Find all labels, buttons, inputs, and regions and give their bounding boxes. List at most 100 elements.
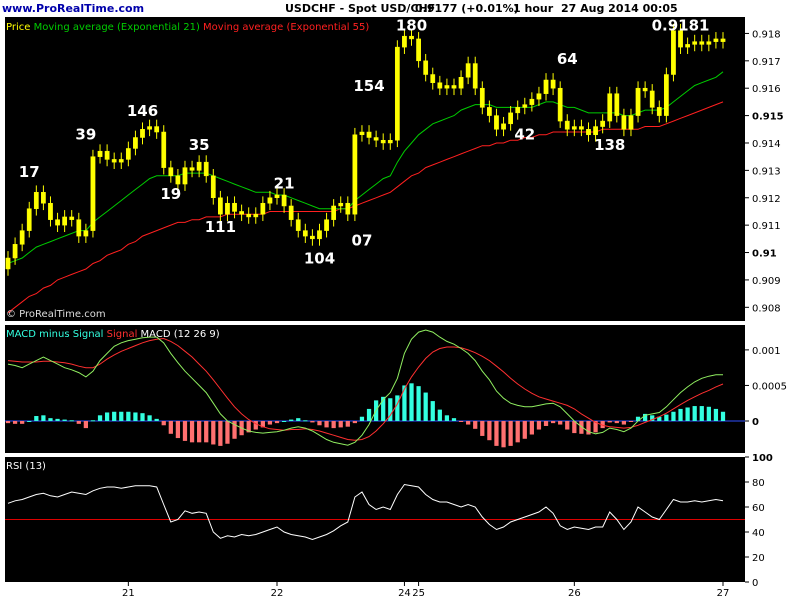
candle-body: [508, 112, 513, 125]
macd-histogram-bar: [140, 413, 145, 421]
macd-histogram-bar: [409, 383, 414, 421]
macd-histogram-bar: [76, 421, 81, 424]
time-tick-label: 21: [122, 588, 135, 599]
price-annotation: 104: [304, 249, 335, 267]
macd-histogram-bar: [211, 421, 216, 445]
candle-body: [713, 38, 719, 42]
candle-body: [189, 167, 195, 171]
macd-histogram-bar: [487, 421, 492, 441]
candle-body: [628, 115, 634, 130]
candle-body: [12, 244, 18, 259]
candle-body: [409, 35, 414, 40]
candle-body: [48, 202, 53, 220]
price-tick-label: 0.916: [752, 84, 781, 95]
macd-histogram-bar: [119, 411, 124, 421]
candle-body: [692, 41, 698, 45]
macd-histogram-bar: [466, 421, 471, 425]
price-tick-label: 0.908: [752, 303, 781, 314]
candle-body: [196, 161, 202, 171]
macd-histogram-bar: [473, 421, 478, 429]
candle-body: [380, 139, 386, 144]
candle-body: [90, 156, 96, 231]
candle-body: [663, 74, 669, 116]
macd-legend-item: Signal: [103, 329, 137, 340]
rsi-tick-label: 80: [752, 478, 765, 489]
candle-body: [182, 167, 188, 185]
candle: [663, 67, 669, 123]
candle-body: [472, 63, 478, 89]
time-tick-label: 22: [271, 588, 284, 599]
candle-body: [543, 79, 549, 94]
candle-body: [26, 208, 32, 231]
price-tick-label: 0.909: [752, 276, 781, 287]
macd-histogram-bar: [296, 418, 301, 421]
price-legend-item: Moving average (Exponential 55): [200, 22, 370, 33]
candle-body: [161, 131, 167, 168]
price-annotation: 17: [19, 163, 40, 181]
candle-body: [41, 192, 46, 204]
macd-background: [5, 325, 745, 453]
candle-body: [373, 137, 379, 141]
macd-histogram-bar: [147, 415, 152, 421]
candle-body: [104, 150, 110, 160]
macd-histogram-bar: [317, 421, 322, 426]
candle-body: [479, 87, 485, 108]
macd-legend-item: MACD (12 26 9): [137, 329, 219, 340]
macd-legend: MACD minus Signal Signal MACD (12 26 9): [6, 329, 220, 340]
candle-body: [302, 230, 308, 237]
macd-tick-label: 0.0005: [752, 381, 787, 392]
candle: [352, 127, 358, 222]
macd-legend-item: MACD minus Signal: [6, 329, 103, 340]
price-annotation: 0.9181: [652, 17, 710, 35]
macd-histogram-bar: [437, 409, 442, 421]
chart-area: 0.9180.9170.9160.9150.9140.9130.9120.911…: [5, 17, 800, 599]
candle-body: [288, 205, 294, 220]
candle-body: [444, 85, 450, 89]
macd-histogram-bar: [182, 421, 188, 441]
macd-histogram-bar: [685, 407, 690, 421]
candle-body: [218, 197, 223, 215]
candle-body: [168, 167, 174, 177]
price-legend-item: Price: [6, 22, 30, 33]
macd-histogram-bar: [83, 421, 88, 429]
candle-body: [550, 79, 556, 89]
macd-histogram-bar: [104, 412, 110, 421]
candle-body: [154, 126, 160, 133]
macd-histogram-bar: [423, 392, 428, 421]
macd-histogram-bar: [607, 421, 612, 423]
candle-body: [62, 216, 68, 226]
candle-body: [225, 202, 230, 215]
price-annotation: 138: [594, 136, 625, 154]
price-annotation: 111: [205, 218, 236, 236]
macd-histogram-bar: [161, 421, 166, 426]
macd-histogram-bar: [197, 421, 202, 443]
candle-body: [685, 44, 690, 48]
macd-histogram-bar: [444, 415, 450, 421]
macd-histogram-bar: [706, 406, 711, 421]
candle-body: [699, 41, 705, 45]
candle-body: [451, 85, 457, 89]
macd-tick-label: 0: [752, 417, 759, 428]
candle-body: [33, 192, 39, 209]
candle-body: [614, 93, 620, 116]
candle-body: [656, 107, 662, 116]
candle-body: [522, 104, 528, 108]
candle-body: [274, 194, 280, 199]
price-tick-label: 0.915: [752, 112, 784, 123]
macd-histogram-bar: [678, 408, 683, 421]
candle-body: [387, 139, 393, 144]
macd-histogram-bar: [352, 421, 358, 424]
candle-body: [345, 202, 351, 215]
macd-histogram-bar: [97, 415, 103, 421]
candle-body: [586, 129, 591, 136]
candle-body: [133, 137, 138, 149]
candle-body: [295, 219, 301, 231]
macd-histogram-bar: [267, 421, 273, 425]
macd-histogram-bar: [324, 421, 329, 428]
macd-histogram-bar: [395, 395, 400, 421]
candle-body: [416, 38, 421, 62]
watermark: © ProRealTime.com: [6, 309, 106, 320]
macd-histogram-bar: [133, 412, 138, 421]
time-axis: 21 22 24 25 26 27: [122, 582, 729, 599]
candle-body: [487, 107, 492, 116]
